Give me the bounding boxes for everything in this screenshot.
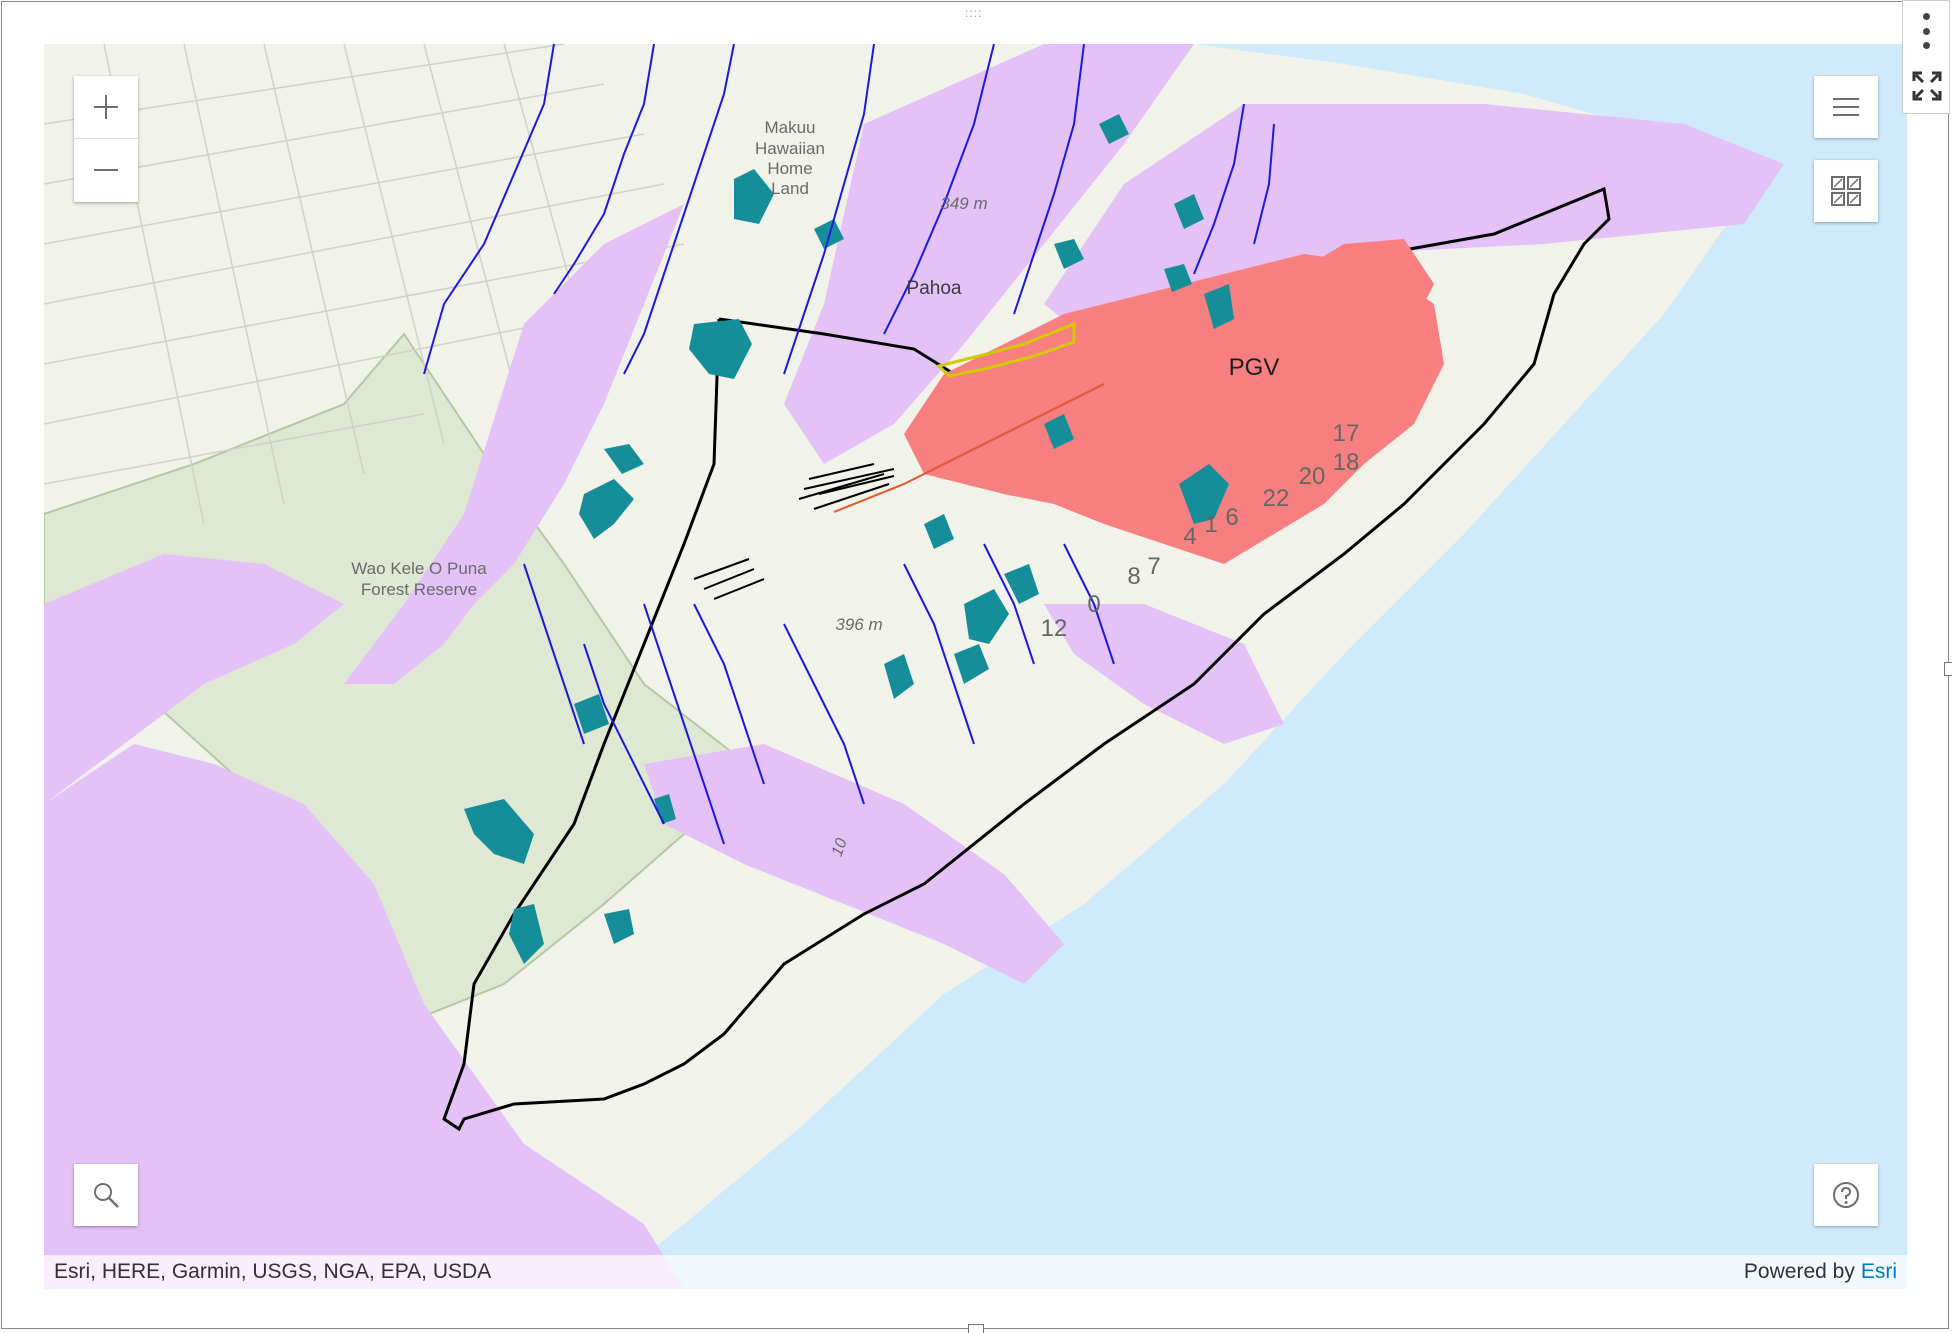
help-icon (1833, 1182, 1859, 1208)
layer-list-button[interactable] (1814, 76, 1878, 138)
search-icon (94, 1183, 119, 1208)
expand-icon[interactable] (1912, 71, 1942, 101)
makuu-label-2: Hawaiian (755, 139, 825, 158)
zoom-control (74, 76, 138, 202)
help-button[interactable] (1814, 1164, 1878, 1226)
elevation-label-349: 349 m (940, 194, 987, 213)
fissure-1: 1 (1204, 511, 1217, 538)
pgv-label: PGV (1229, 354, 1280, 381)
powered-by-label: Powered by (1743, 1260, 1855, 1283)
plus-icon (94, 95, 118, 119)
fissure-22: 22 (1263, 485, 1290, 512)
widget-toolbar (1902, 0, 1950, 114)
fissure-8: 8 (1127, 563, 1140, 590)
resize-handle-right[interactable] (1944, 662, 1952, 676)
powered-by: Powered by Esri (1744, 1260, 1897, 1284)
makuu-label-3: Home (767, 159, 812, 178)
list-icon (1833, 98, 1859, 116)
minus-icon (94, 169, 118, 171)
fissure-20: 20 (1299, 463, 1326, 490)
elevation-label-396: 396 m (835, 615, 882, 634)
zoom-in-button[interactable] (74, 76, 138, 139)
fissure-0: 0 (1087, 591, 1100, 618)
pahoa-label: Pahoa (907, 278, 962, 299)
search-button[interactable] (74, 1164, 138, 1226)
attribution-sources: Esri, HERE, Garmin, USGS, NGA, EPA, USDA (54, 1260, 492, 1283)
fissure-18: 18 (1333, 449, 1360, 476)
basemap-gallery-icon (1831, 176, 1861, 206)
wao-kele-label-1: Wao Kele O Puna (351, 559, 487, 578)
fissure-17: 17 (1333, 420, 1360, 447)
attribution-bar: Esri, HERE, Garmin, USGS, NGA, EPA, USDA… (44, 1255, 1907, 1289)
map-canvas[interactable]: Makuu Hawaiian Home Land Pahoa Wao Kele … (44, 44, 1907, 1289)
map-view[interactable]: Makuu Hawaiian Home Land Pahoa Wao Kele … (44, 44, 1907, 1289)
esri-link[interactable]: Esri (1861, 1260, 1897, 1284)
fissure-7: 7 (1147, 553, 1160, 580)
kebab-menu-icon[interactable] (1922, 13, 1930, 49)
zoom-out-button[interactable] (74, 139, 138, 201)
drag-handle-icon[interactable]: :::: (965, 7, 989, 19)
makuu-label-4: Land (771, 179, 809, 198)
basemap-gallery-button[interactable] (1814, 160, 1878, 222)
fissure-4: 4 (1183, 523, 1196, 550)
fissure-6: 6 (1225, 504, 1238, 531)
makuu-label-1: Makuu (764, 118, 815, 137)
wao-kele-label-2: Forest Reserve (361, 580, 477, 599)
fissure-12: 12 (1041, 615, 1068, 642)
